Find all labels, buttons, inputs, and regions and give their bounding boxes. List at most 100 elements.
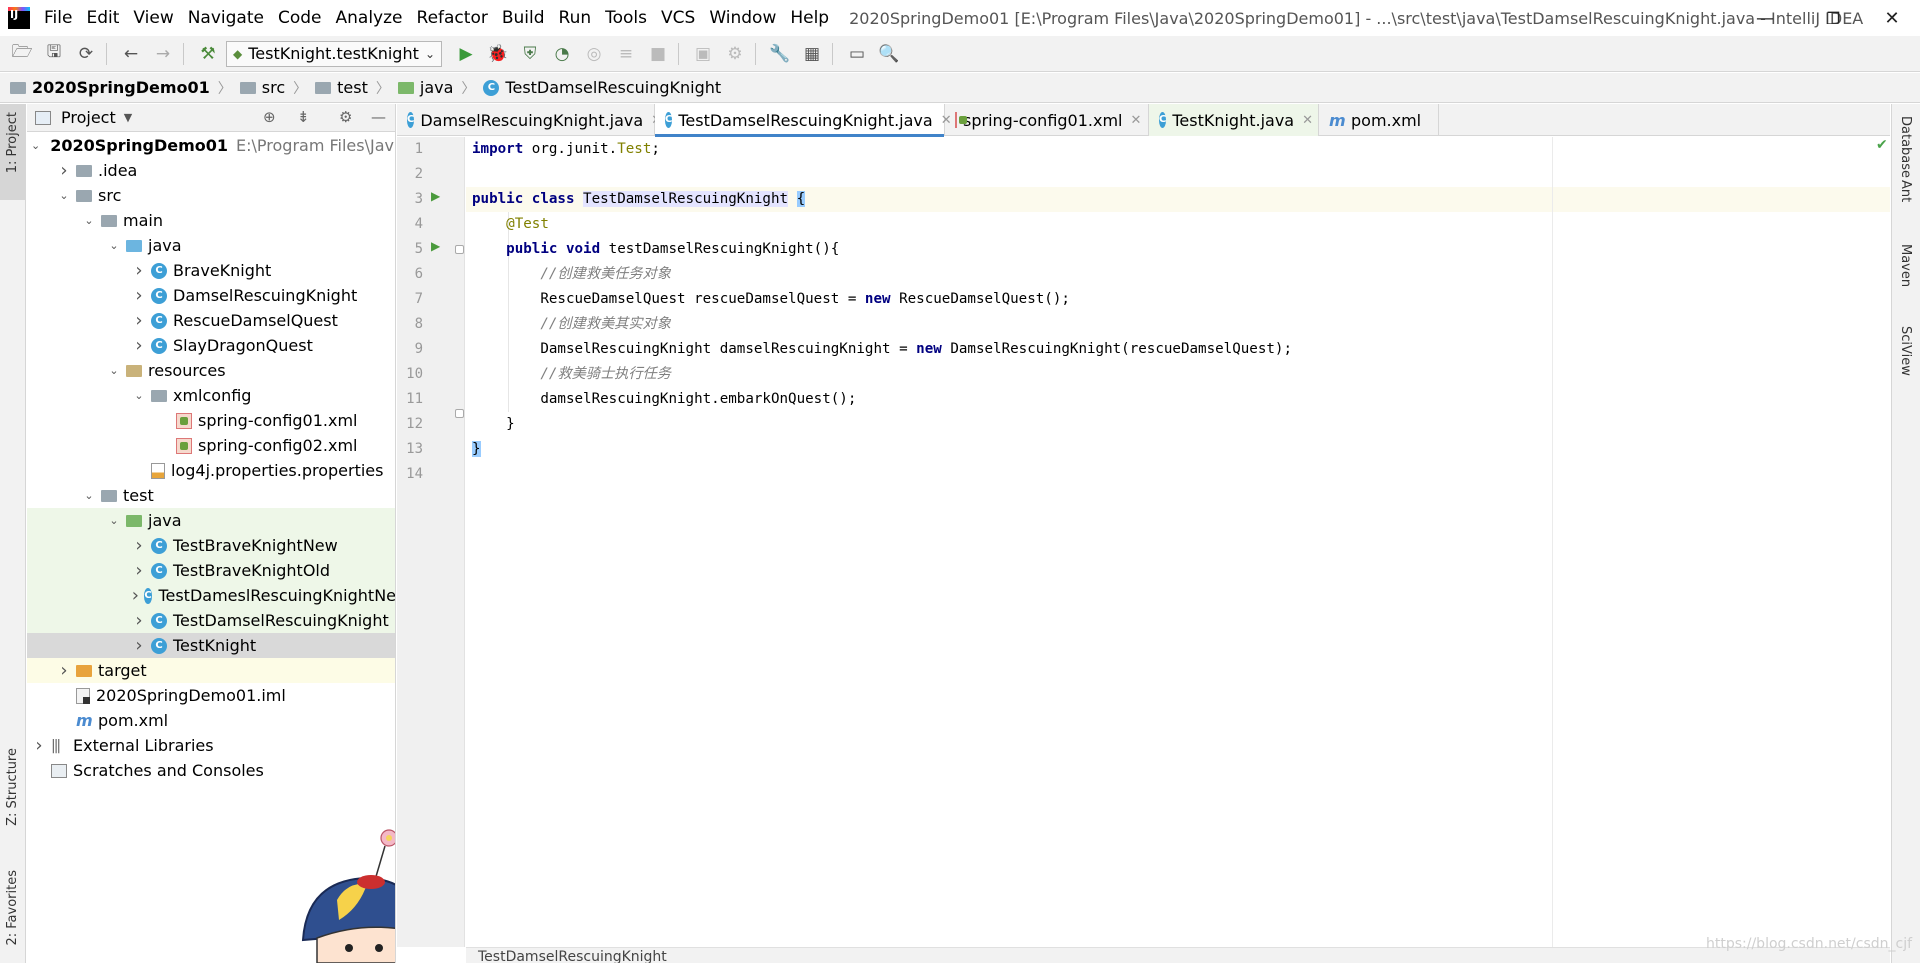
menu-view[interactable]: View <box>133 8 173 28</box>
tree-item[interactable]: › ||| External Libraries <box>27 733 395 758</box>
chevron-right-icon[interactable]: › <box>131 585 140 606</box>
tree-item[interactable]: › .idea <box>27 158 395 183</box>
chevron-down-icon[interactable]: ⌄ <box>81 489 97 502</box>
tab-test-knight[interactable]: C TestKnight.java ✕ <box>1149 104 1319 136</box>
tool-tab-ant[interactable]: Ant <box>1898 180 1913 202</box>
menu-analyze[interactable]: Analyze <box>336 8 403 28</box>
update-icon[interactable]: ▣ <box>689 40 717 68</box>
menu-tools[interactable]: Tools <box>605 8 647 28</box>
menu-navigate[interactable]: Navigate <box>188 8 264 28</box>
terminal-icon[interactable]: ▭ <box>843 40 871 68</box>
locate-target-icon[interactable]: ⊕ <box>263 108 276 126</box>
sync-icon[interactable]: ⟳ <box>72 40 100 68</box>
minimize-button[interactable]: — <box>1737 0 1793 36</box>
tree-item[interactable]: log4j.properties.properties <box>27 458 395 483</box>
tree-item[interactable]: ⌄ java <box>27 233 395 258</box>
fold-marker-icon[interactable] <box>455 245 464 254</box>
project-panel-title[interactable]: Project <box>61 108 116 127</box>
code-editor[interactable]: import org.junit.Test; public class TestD… <box>466 137 1890 947</box>
gear-icon[interactable]: ⚙ <box>339 108 352 126</box>
tree-item[interactable]: › C TestDamselRescuingKnight <box>27 608 395 633</box>
hide-panel-icon[interactable]: — <box>371 108 386 126</box>
tree-item[interactable]: › C TestBraveKnightNew <box>27 533 395 558</box>
open-folder-icon[interactable]: 🗁 <box>8 40 36 68</box>
menu-file[interactable]: File <box>44 8 72 28</box>
project-structure-icon[interactable]: ▦ <box>798 40 826 68</box>
settings-wrench-icon[interactable]: 🔧 <box>766 40 794 68</box>
chevron-right-icon[interactable]: › <box>131 285 147 306</box>
tab-damsel-rescuing-knight[interactable]: C DamselRescuingKnight.java ✕ <box>397 104 662 136</box>
vcs-icon[interactable]: ⚙ <box>721 40 749 68</box>
debug-icon[interactable]: 🐞 <box>484 40 512 68</box>
breadcrumb-class[interactable]: C TestDamselRescuingKnight <box>483 78 721 97</box>
breadcrumb-test[interactable]: test 〉 <box>315 78 390 98</box>
run-test-method-icon[interactable]: ▶ <box>431 239 440 253</box>
tab-pom-xml[interactable]: m pom.xml <box>1319 104 1439 136</box>
chevron-right-icon[interactable]: › <box>131 535 147 556</box>
run-configuration-select[interactable]: ◆ TestKnight.testKnight ⌄ <box>226 40 442 67</box>
chevron-down-icon[interactable]: ⌄ <box>106 364 122 377</box>
chevron-right-icon[interactable]: › <box>56 160 72 181</box>
run-test-class-icon[interactable]: ▶ <box>431 189 440 203</box>
tree-item[interactable]: ⌄ xmlconfig <box>27 383 395 408</box>
chevron-right-icon[interactable]: › <box>131 310 147 331</box>
chevron-down-icon[interactable]: ⌄ <box>106 514 122 527</box>
tool-tab-database[interactable]: Database <box>1898 116 1913 178</box>
menu-edit[interactable]: Edit <box>86 8 119 28</box>
menu-build[interactable]: Build <box>502 8 545 28</box>
profile-icon[interactable]: ◔ <box>548 40 576 68</box>
attach-icon[interactable]: ◎ <box>580 40 608 68</box>
chevron-down-icon[interactable]: ⌄ <box>56 189 72 202</box>
run-with-coverage-icon[interactable]: ⛨ <box>516 40 544 68</box>
menu-vcs[interactable]: VCS <box>661 8 695 28</box>
tree-item[interactable]: ⌄ 2020SpringDemo01 E:\Program Files\Java\2 <box>27 133 395 158</box>
fold-marker-icon[interactable] <box>455 409 464 418</box>
chevron-down-icon[interactable]: ▼ <box>124 111 132 124</box>
chevron-right-icon[interactable]: › <box>31 735 47 756</box>
tree-item[interactable]: ⌄ test <box>27 483 395 508</box>
run-list-icon[interactable]: ≡ <box>612 40 640 68</box>
save-icon[interactable]: 🖫 <box>40 40 68 68</box>
breadcrumb-src[interactable]: src 〉 <box>239 78 307 98</box>
menu-code[interactable]: Code <box>278 8 322 28</box>
favorites-tool-tab[interactable]: 2: Favorites <box>5 870 20 946</box>
editor-footer-breadcrumb[interactable]: TestDamselRescuingKnight <box>466 947 1890 963</box>
search-icon[interactable]: 🔍 <box>875 40 903 68</box>
tree-item[interactable]: › C DamselRescuingKnight <box>27 283 395 308</box>
tab-test-damsel-rescuing-knight[interactable]: C TestDamselRescuingKnight.java ✕ <box>655 104 952 137</box>
menu-run[interactable]: Run <box>559 8 592 28</box>
chevron-down-icon[interactable]: ⌄ <box>81 214 97 227</box>
restore-button[interactable]: ❐ <box>1805 0 1861 36</box>
breadcrumb-project[interactable]: 2020SpringDemo01 〉 <box>10 78 232 98</box>
tree-item[interactable]: ⌄ java <box>27 508 395 533</box>
chevron-down-icon[interactable]: ⌄ <box>31 139 40 152</box>
menu-window[interactable]: Window <box>709 8 776 28</box>
tool-tab-maven[interactable]: Maven <box>1898 244 1913 287</box>
tree-item[interactable]: ⌄ resources <box>27 358 395 383</box>
chevron-right-icon[interactable]: › <box>131 635 147 656</box>
run-icon[interactable]: ▶ <box>452 40 480 68</box>
chevron-right-icon[interactable]: › <box>131 610 147 631</box>
menu-help[interactable]: Help <box>790 8 829 28</box>
build-hammer-icon[interactable]: ⚒ <box>194 40 222 68</box>
tree-item[interactable]: › C TestKnight <box>27 633 395 658</box>
tab-spring-config01[interactable]: spring-config01.xml ✕ <box>945 104 1149 136</box>
tree-item[interactable]: › C TestDameslRescuingKnightNe <box>27 583 395 608</box>
tree-item[interactable]: 2020SpringDemo01.iml <box>27 683 395 708</box>
tool-tab-sciview[interactable]: SciView <box>1898 326 1913 376</box>
tree-item[interactable]: › C BraveKnight <box>27 258 395 283</box>
tree-item[interactable]: spring-config02.xml <box>27 433 395 458</box>
chevron-right-icon[interactable]: › <box>131 335 147 356</box>
tree-item[interactable]: ⌄ src <box>27 183 395 208</box>
menu-refactor[interactable]: Refactor <box>417 8 488 28</box>
close-icon[interactable]: ✕ <box>1302 113 1313 128</box>
tree-item[interactable]: › C RescueDamselQuest <box>27 308 395 333</box>
tree-item[interactable]: › target <box>27 658 395 683</box>
breadcrumb-java[interactable]: java 〉 <box>397 78 475 98</box>
tree-item[interactable]: m pom.xml <box>27 708 395 733</box>
stop-icon[interactable]: ■ <box>644 40 672 68</box>
tree-item[interactable]: › C SlayDragonQuest <box>27 333 395 358</box>
chevron-down-icon[interactable]: ⌄ <box>106 239 122 252</box>
tree-item[interactable]: spring-config01.xml <box>27 408 395 433</box>
tree-item[interactable]: Scratches and Consoles <box>27 758 395 783</box>
